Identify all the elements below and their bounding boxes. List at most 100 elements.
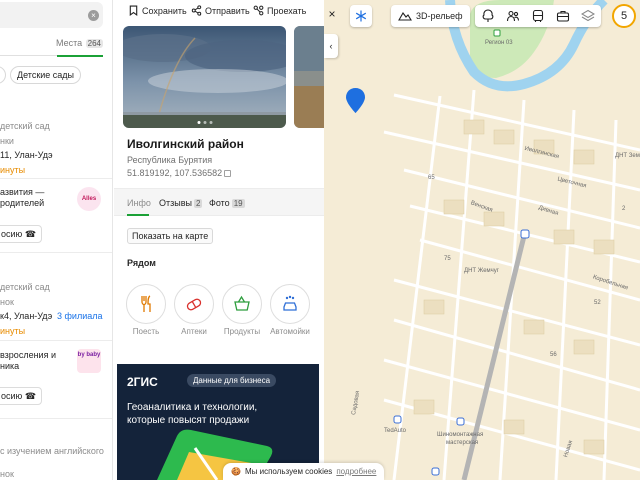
briefcase-icon[interactable]: [556, 9, 570, 23]
cookie-more-link[interactable]: подробнее: [336, 467, 376, 476]
results-tabs: Места 264: [0, 38, 103, 57]
route-button[interactable]: Проехать: [253, 5, 306, 16]
layers-icon[interactable]: [581, 9, 596, 23]
map-label-house: 52: [594, 300, 601, 306]
snowflake-icon: [355, 10, 367, 22]
place-card: Сохранить Отправить Проехать Иволгинский…: [114, 0, 324, 480]
card-toolbar: Сохранить Отправить Проехать: [114, 0, 324, 24]
collapse-card-button[interactable]: ‹: [324, 34, 338, 58]
item-category: детский сад: [0, 121, 50, 131]
results-panel: × Места 264 Детские сады детский сад нки…: [0, 0, 113, 480]
relief-3d-button[interactable]: 3D-рельеф: [391, 5, 470, 27]
photo-carousel-dots: [197, 121, 212, 124]
tab-reviews[interactable]: Отзывы 2: [159, 198, 203, 208]
ad-title-line2: ника: [0, 361, 20, 371]
tab-photos[interactable]: Фото 19: [209, 198, 245, 208]
share-icon: [191, 5, 202, 16]
relief-icon: [398, 11, 412, 21]
bookmark-icon: [129, 5, 138, 16]
tab-info[interactable]: Инфо: [127, 198, 151, 208]
nearby-food[interactable]: Поесть: [125, 284, 167, 336]
share-label: Отправить: [205, 5, 250, 16]
call-button-label: осию: [1, 229, 23, 239]
zoom-level-indicator[interactable]: 5: [612, 4, 636, 28]
map-label-dnt-zem: ДНТ Зем: [615, 153, 640, 159]
filter-chip-previous[interactable]: [0, 66, 6, 84]
basket-icon: [222, 284, 262, 324]
item-category: детский сад: [0, 282, 50, 292]
route-label: Проехать: [267, 5, 307, 16]
place-photo[interactable]: [123, 26, 286, 128]
nearby-title: Рядом: [127, 258, 156, 268]
tab-places[interactable]: Места 264: [56, 38, 103, 48]
save-label: Сохранить: [142, 5, 187, 16]
item-category: с изучением английского: [0, 446, 104, 456]
tab-places-count: 264: [85, 39, 103, 48]
clear-search-icon[interactable]: ×: [88, 10, 99, 21]
ad-logo: Alles: [77, 187, 101, 211]
map-label-poi-line2: мастерская: [446, 440, 479, 446]
ad-title-line2: родителей: [0, 198, 45, 208]
nearby-pharmacy[interactable]: Аптеки: [173, 284, 215, 336]
pills-icon: [174, 284, 214, 324]
landscape-photo: [123, 26, 286, 128]
nearby-label: Продукты: [223, 327, 261, 336]
phone-icon: ☎: [24, 391, 37, 401]
call-button[interactable]: осию ☎: [0, 387, 43, 405]
ad-title: азвития —: [0, 187, 45, 197]
map-view[interactable]: Регион 03 ДНТ Зем Иволгинская Цветочная …: [324, 0, 640, 480]
place-photo-next[interactable]: [294, 26, 324, 128]
map-label-region: Регион 03: [485, 40, 513, 46]
item-meta: нок: [0, 297, 14, 307]
item-hours: инуты: [0, 165, 26, 175]
relief-label: 3D-рельеф: [416, 11, 463, 21]
place-coords[interactable]: 51.819192, 107.536582: [127, 168, 232, 178]
tree-icon[interactable]: [481, 9, 495, 23]
map-layers-toolbar: [475, 5, 601, 27]
item-meta: нки: [0, 136, 14, 146]
item-address: к4, Улан-Удэ: [0, 311, 53, 321]
map-label-house: 56: [550, 352, 557, 358]
cookie-banner: 🍪 Мы используем cookies подробнее: [223, 463, 385, 480]
map-canvas[interactable]: [324, 0, 640, 480]
nearby-label: Автомойки: [270, 327, 310, 336]
bus-icon[interactable]: [531, 9, 545, 23]
tab-places-label: Места: [55, 38, 83, 48]
card-tabs: Инфо Отзывы 2 Фото 19: [114, 188, 324, 216]
share-button[interactable]: Отправить: [191, 5, 250, 16]
map-label-house: 2: [622, 206, 626, 212]
nearby-carwash[interactable]: Автомойки: [269, 284, 311, 336]
divider: [0, 252, 112, 253]
map-label-dnt-zhemchug: ДНТ Жемчуг: [464, 268, 499, 274]
map-label-poi: TedAuto: [384, 428, 407, 434]
call-button[interactable]: осию ☎: [0, 225, 43, 243]
snowflake-button[interactable]: [350, 5, 372, 27]
map-label-house: 75: [444, 256, 451, 262]
location-pin-icon[interactable]: [345, 87, 366, 114]
divider: [0, 178, 112, 179]
item-branches-link[interactable]: 3 филиала: [57, 311, 102, 321]
car-wash-icon: [270, 284, 310, 324]
tab-photos-label: Фото: [209, 198, 230, 208]
place-region: Республика Бурятия: [127, 155, 213, 165]
close-card-button[interactable]: ×: [326, 7, 338, 21]
filter-chip-kindergartens[interactable]: Детские сады: [10, 66, 82, 84]
tab-photos-count: 19: [231, 199, 245, 208]
item-hours: инуты: [0, 326, 26, 336]
people-icon[interactable]: [506, 9, 520, 23]
tab-reviews-label: Отзывы: [159, 198, 192, 208]
coords-value: 51.819192, 107.536582: [127, 168, 223, 178]
divider: [0, 340, 112, 341]
nearby-groceries[interactable]: Продукты: [221, 284, 263, 336]
search-input[interactable]: ×: [0, 2, 103, 28]
show-on-map-button[interactable]: Показать на карте: [127, 228, 214, 244]
place-title: Иволгинский район: [127, 137, 244, 151]
copy-icon[interactable]: [224, 170, 232, 177]
call-button-label: осию: [1, 391, 23, 401]
ad-logo: by baby: [77, 349, 101, 373]
map-label-house: 65: [428, 175, 435, 181]
save-button[interactable]: Сохранить: [128, 5, 187, 16]
ad-title: взросления и: [0, 350, 56, 360]
item-address: 11, Улан-Удэ: [0, 150, 53, 160]
tab-reviews-count: 2: [193, 199, 203, 208]
